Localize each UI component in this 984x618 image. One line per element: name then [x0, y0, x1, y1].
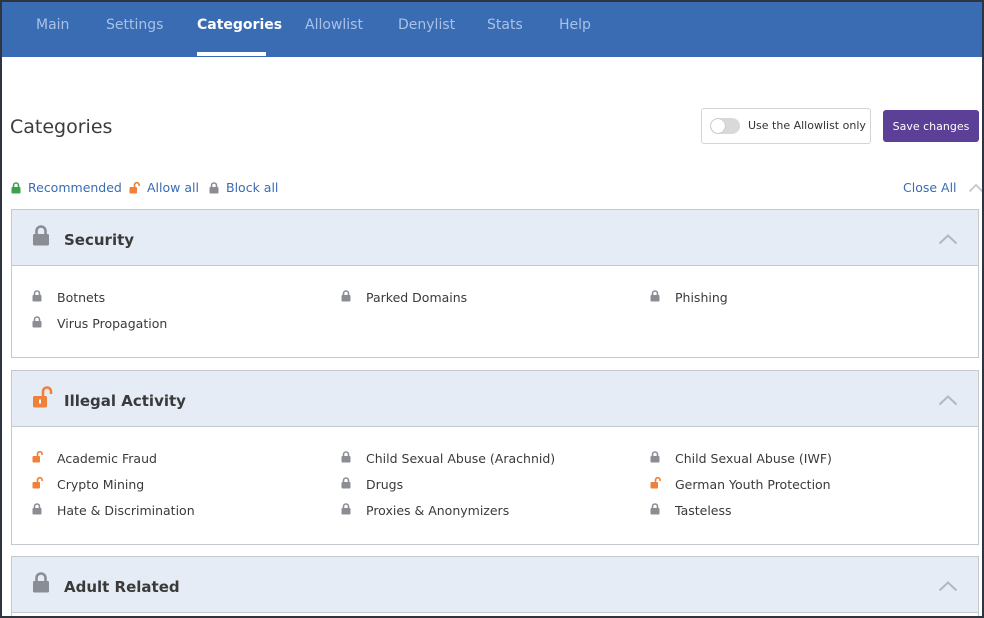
page-title: Categories: [10, 116, 113, 138]
lock-icon: [32, 572, 50, 597]
unlock-icon: [650, 477, 661, 489]
lock-icon: [32, 503, 42, 515]
lock-icon: [341, 477, 351, 489]
category-label: Child Sexual Abuse (IWF): [675, 451, 832, 466]
unlock-icon: [129, 181, 140, 194]
section-title: Illegal Activity: [64, 392, 186, 410]
save-changes-button[interactable]: Save changes: [883, 110, 979, 142]
category-label: Hate & Discrimination: [57, 503, 195, 518]
category-proxies-anonymizers[interactable]: Proxies & Anonymizers: [341, 503, 510, 518]
lock-icon: [11, 181, 21, 194]
lock-icon: [650, 503, 660, 515]
section-header[interactable]: Adult Related: [12, 557, 978, 613]
category-csa-arachnid[interactable]: Child Sexual Abuse (Arachnid): [341, 451, 556, 466]
category-hate-discrimination[interactable]: Hate & Discrimination: [32, 503, 195, 518]
nav-main[interactable]: Main: [36, 17, 69, 33]
category-label: Phishing: [675, 290, 728, 305]
active-tab-indicator: [197, 52, 266, 56]
lock-icon: [32, 316, 42, 328]
category-botnets[interactable]: Botnets: [32, 290, 106, 305]
lock-icon: [341, 503, 351, 515]
category-label: Botnets: [57, 290, 106, 305]
category-label: Crypto Mining: [57, 477, 145, 492]
category-label: Parked Domains: [366, 290, 468, 305]
lock-icon: [32, 225, 50, 250]
app-window: Main Settings Categories Allowlist Denyl…: [0, 0, 984, 618]
top-nav: Main Settings Categories Allowlist Denyl…: [2, 0, 982, 57]
category-crypto-mining[interactable]: Crypto Mining: [32, 477, 145, 492]
nav-help[interactable]: Help: [559, 17, 591, 33]
section-header[interactable]: Illegal Activity: [12, 371, 978, 427]
section-title: Adult Related: [64, 578, 180, 596]
category-label: Proxies & Anonymizers: [366, 503, 510, 518]
unlock-icon: [32, 451, 43, 463]
chevron-up-icon[interactable]: [938, 577, 958, 596]
category-parked-domains[interactable]: Parked Domains: [341, 290, 468, 305]
recommended-label: Recommended: [28, 180, 122, 195]
category-phishing[interactable]: Phishing: [650, 290, 728, 305]
category-german-youth-protection[interactable]: German Youth Protection: [650, 477, 831, 492]
unlock-icon: [32, 386, 54, 412]
lock-icon: [32, 290, 42, 302]
category-label: Virus Propagation: [57, 316, 168, 331]
close-all-label: Close All: [903, 180, 957, 195]
category-virus-propagation[interactable]: Virus Propagation: [32, 316, 168, 331]
nav-categories[interactable]: Categories: [197, 17, 282, 33]
category-label: Drugs: [366, 477, 404, 492]
lock-icon: [209, 181, 219, 194]
category-label: Tasteless: [675, 503, 732, 518]
unlock-icon: [32, 477, 43, 489]
block-all-label: Block all: [226, 180, 279, 195]
lock-icon: [650, 451, 660, 463]
category-label: Child Sexual Abuse (Arachnid): [366, 451, 556, 466]
category-academic-fraud[interactable]: Academic Fraud: [32, 451, 157, 466]
nav-stats[interactable]: Stats: [487, 17, 523, 33]
close-all-link[interactable]: Close All: [903, 180, 982, 195]
section-header[interactable]: Security: [12, 210, 978, 266]
allow-all-link[interactable]: Allow all: [129, 180, 199, 195]
category-tasteless[interactable]: Tasteless: [650, 503, 732, 518]
chevron-up-icon[interactable]: [938, 391, 958, 410]
nav-allowlist[interactable]: Allowlist: [305, 17, 363, 33]
chevron-up-icon[interactable]: [938, 230, 958, 249]
toggle-knob: [711, 119, 725, 133]
section-illegal-activity: Illegal Activity Academic Fraud Child Se…: [11, 370, 979, 545]
block-all-link[interactable]: Block all: [209, 180, 278, 195]
lock-icon: [341, 290, 351, 302]
section-adult-related: Adult Related: [11, 556, 979, 616]
category-label: Academic Fraud: [57, 451, 157, 466]
recommended-link[interactable]: Recommended: [11, 180, 122, 195]
lock-icon: [650, 290, 660, 302]
section-security: Security Botnets Parked Domains Phishing…: [11, 209, 979, 358]
nav-settings[interactable]: Settings: [106, 17, 163, 33]
lock-icon: [341, 451, 351, 463]
section-title: Security: [64, 231, 135, 249]
category-label: German Youth Protection: [675, 477, 831, 492]
allow-all-label: Allow all: [147, 180, 199, 195]
allowlist-only-toggle[interactable]: Use the Allowlist only: [701, 108, 871, 144]
nav-denylist[interactable]: Denylist: [398, 17, 455, 33]
category-csa-iwf[interactable]: Child Sexual Abuse (IWF): [650, 451, 832, 466]
toggle-label: Use the Allowlist only: [748, 119, 866, 132]
category-drugs[interactable]: Drugs: [341, 477, 404, 492]
chevron-up-icon: [968, 183, 982, 193]
toggle-switch[interactable]: [710, 118, 740, 134]
